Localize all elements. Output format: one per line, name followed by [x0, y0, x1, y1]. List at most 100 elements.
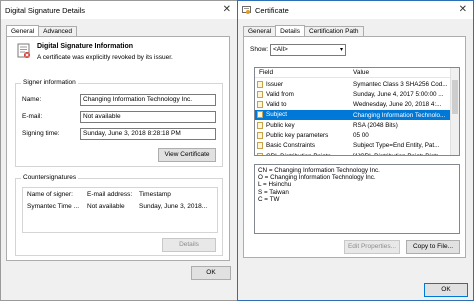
- column-email-address[interactable]: E-mail address:: [87, 191, 132, 198]
- table-row[interactable]: Valid from Sunday, June 4, 2017 5:00:00 .…: [255, 89, 451, 99]
- tab-general[interactable]: General: [6, 25, 40, 36]
- field-value-cell: Subject Type=End Entity, Pat...: [353, 142, 440, 150]
- email-cell: Not available: [87, 203, 125, 210]
- signature-info-icon: [17, 43, 31, 59]
- table-row[interactable]: Issuer Symantec Class 3 SHA256 Cod...: [255, 79, 451, 89]
- field-value-cell: Changing Information Technolo...: [351, 109, 451, 121]
- certificate-icon: [242, 5, 251, 15]
- details-button[interactable]: Details: [162, 238, 216, 252]
- field-value-cell: Wednesday, June 20, 2018 4:...: [353, 101, 442, 109]
- fields-list[interactable]: Field Value Issuer Symantec Class 3 SHA25…: [254, 67, 460, 156]
- certificate-window: Certificate ✕ General Details Certificat…: [237, 0, 474, 301]
- field-name: Issuer: [266, 80, 284, 88]
- show-label: Show:: [250, 46, 269, 53]
- field-value-cell: Symantec Class 3 SHA256 Cod...: [353, 80, 448, 88]
- field-value-textbox[interactable]: CN = Changing Information Technology Inc…: [254, 164, 460, 234]
- field-name: Valid to: [266, 101, 287, 109]
- detail-line: S = Taiwan: [258, 188, 289, 196]
- field-name-cell: Issuer: [255, 79, 351, 89]
- detail-line: CN = Changing Information Technology Inc…: [258, 167, 380, 174]
- email-label: E-mail:: [22, 113, 43, 120]
- field-value-cell: RSA (2048 Bits): [353, 121, 398, 129]
- signer-information-legend: Signer information: [21, 79, 78, 86]
- signature-status-text: A certificate was explicitly revoked by …: [37, 54, 173, 61]
- tab-general[interactable]: General: [243, 26, 277, 36]
- detail-line: O = Changing Information Technology Inc.: [258, 174, 376, 182]
- vertical-scrollbar[interactable]: [450, 68, 459, 155]
- field-name: Basic Constraints: [266, 142, 315, 150]
- table-row[interactable]: CRL Distribution Points [1]CRL Distributi…: [255, 151, 451, 155]
- chevron-down-icon: ▾: [339, 47, 343, 53]
- signing-time-field[interactable]: Sunday, June 3, 2018 8:28:18 PM: [80, 128, 216, 140]
- detail-line: C = TW: [258, 195, 280, 203]
- field-icon: [257, 101, 263, 109]
- edit-properties-button[interactable]: Edit Properties...: [344, 240, 400, 254]
- name-label: Name:: [22, 96, 42, 103]
- title-bar[interactable]: Certificate ✕: [238, 1, 473, 19]
- countersignatures-group: Countersignatures Name of signer: E-mail…: [15, 174, 223, 256]
- tab-strip: General Details Certification Path: [243, 23, 364, 36]
- table-row[interactable]: Public key RSA (2048 Bits): [255, 120, 451, 130]
- details-tab-panel: Show: <All> ▾ Field Value Issuer Symantec…: [243, 36, 466, 258]
- tab-advanced[interactable]: Advanced: [38, 26, 78, 36]
- column-field[interactable]: Field: [259, 69, 273, 76]
- column-name-of-signer[interactable]: Name of signer:: [27, 191, 73, 198]
- table-row[interactable]: Public key parameters 05 00: [255, 130, 451, 140]
- field-name-cell: Basic Constraints: [255, 141, 351, 151]
- field-name-cell: Subject: [255, 109, 351, 121]
- field-name: Subject: [266, 111, 288, 119]
- title-bar[interactable]: Digital Signature Details ✕: [1, 1, 237, 19]
- field-name: Public key parameters: [266, 132, 329, 140]
- field-value-cell: 05 00: [353, 132, 369, 140]
- ok-button[interactable]: OK: [191, 266, 231, 280]
- field-name: Valid from: [266, 91, 294, 99]
- field-icon: [257, 142, 263, 150]
- ok-button[interactable]: OK: [424, 283, 468, 297]
- window-title: Digital Signature Details: [5, 5, 86, 15]
- field-name: CRL Distribution Points: [266, 153, 331, 155]
- digital-signature-details-window: Digital Signature Details ✕ General Adva…: [0, 0, 238, 301]
- field-icon: [257, 111, 263, 119]
- signer-information-group: Signer information Name: Changing Inform…: [15, 79, 223, 167]
- field-name-cell: Public key parameters: [255, 130, 351, 140]
- timestamp-cell: Sunday, June 3, 2018...: [139, 203, 208, 210]
- scrollbar-thumb[interactable]: [452, 80, 458, 114]
- column-timestamp[interactable]: Timestamp: [139, 191, 171, 198]
- field-name: Public key: [266, 121, 295, 129]
- name-field[interactable]: Changing Information Technology Inc.: [80, 94, 216, 106]
- close-icon[interactable]: ✕: [459, 4, 467, 15]
- column-value[interactable]: Value: [353, 69, 369, 76]
- field-name-cell: Public key: [255, 120, 351, 130]
- countersignatures-list[interactable]: Name of signer: E-mail address: Timestam…: [22, 187, 218, 233]
- tab-strip: General Advanced: [6, 23, 78, 36]
- field-icon: [257, 80, 263, 88]
- show-dropdown[interactable]: <All> ▾: [270, 44, 346, 56]
- signing-time-label: Signing time:: [22, 130, 60, 137]
- fields-table: Issuer Symantec Class 3 SHA256 Cod... Vali…: [255, 79, 451, 155]
- field-name-cell: Valid from: [255, 89, 351, 99]
- view-certificate-button[interactable]: View Certificate: [158, 148, 216, 162]
- field-icon: [257, 90, 263, 98]
- field-value-cell: [1]CRL Distribution Point: Distr...: [351, 151, 451, 155]
- table-row[interactable]: Subject Changing Information Technolo...: [255, 109, 451, 121]
- countersignatures-legend: Countersignatures: [21, 174, 79, 181]
- signer-name-cell: Symantec Time ...: [27, 203, 80, 210]
- email-field[interactable]: Not available: [80, 111, 216, 123]
- field-name-cell: Valid to: [255, 100, 351, 110]
- table-row[interactable]: Symantec Time ... Not available Sunday, …: [23, 202, 217, 213]
- field-value-cell: Sunday, June 4, 2017 5:00:00 ...: [353, 90, 444, 98]
- close-icon[interactable]: ✕: [223, 4, 231, 15]
- detail-line: L = Hsinchu: [258, 181, 292, 189]
- tab-certification-path[interactable]: Certification Path: [304, 26, 364, 36]
- table-row[interactable]: Valid to Wednesday, June 20, 2018 4:...: [255, 100, 451, 110]
- table-row[interactable]: Basic Constraints Subject Type=End Entity…: [255, 141, 451, 151]
- copy-to-file-button[interactable]: Copy to File...: [406, 240, 460, 254]
- field-icon: [257, 132, 263, 140]
- signature-info-title: Digital Signature Information: [37, 43, 134, 50]
- field-icon: [257, 121, 263, 129]
- tab-details[interactable]: Details: [275, 25, 305, 36]
- field-name-cell: CRL Distribution Points: [255, 151, 351, 155]
- show-dropdown-value: <All>: [273, 46, 288, 53]
- field-icon: [257, 152, 263, 155]
- window-title: Certificate: [255, 5, 289, 15]
